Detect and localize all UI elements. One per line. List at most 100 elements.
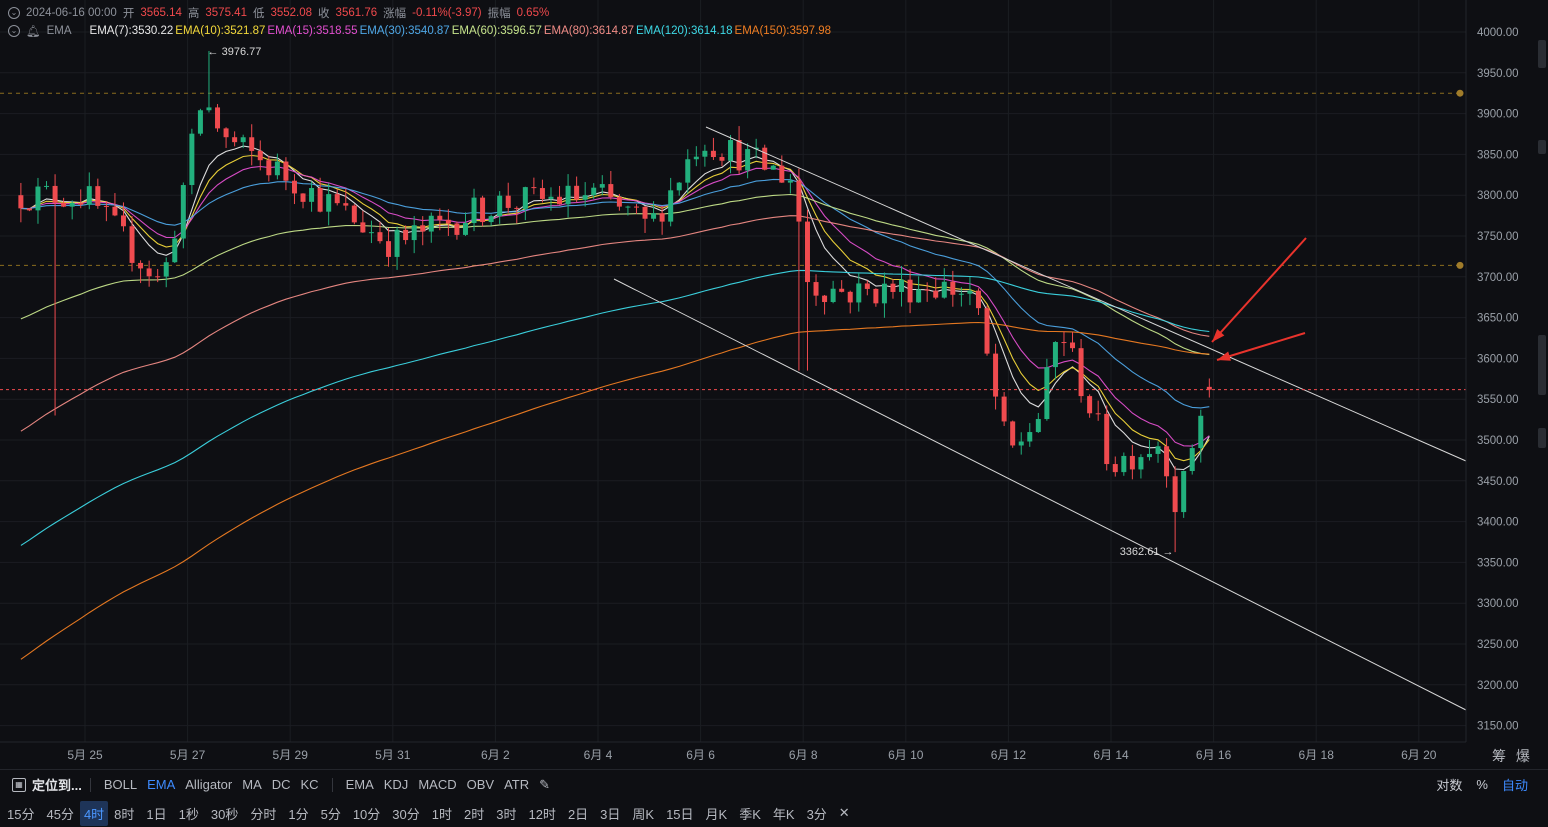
candle-body xyxy=(668,190,674,222)
price-tick-label: 3350.00 xyxy=(1477,557,1519,569)
candle-body xyxy=(975,290,981,309)
auto-scale-toggle[interactable]: 自动 xyxy=(1502,775,1528,794)
interval-tab[interactable]: 45分 xyxy=(40,804,79,823)
liquidation-label[interactable]: 爆 xyxy=(1516,748,1530,764)
indicator-alligator[interactable]: Alligator xyxy=(180,777,237,792)
edit-indicators-icon[interactable]: ✎ xyxy=(534,777,555,793)
settings-chevron-icon[interactable]: ⌄ xyxy=(8,25,20,37)
time-tick-label: 5月 29 xyxy=(273,748,309,762)
ema-line-120 xyxy=(20,269,1210,546)
interval-tab[interactable]: 2日 xyxy=(562,804,594,823)
interval-tab[interactable]: 季K xyxy=(733,804,767,823)
sub-indicator-obv[interactable]: OBV xyxy=(462,777,499,792)
ema-legend-item: EMA(30):3540.87 xyxy=(359,25,450,37)
price-tick-label: 3800.00 xyxy=(1477,190,1519,202)
calendar-icon[interactable]: ▦ xyxy=(12,777,26,792)
candle-body xyxy=(1027,432,1033,442)
close-icon[interactable]: ✕ xyxy=(833,805,856,821)
indicator-boll[interactable]: BOLL xyxy=(99,777,142,792)
bell-icon[interactable]: 🔔︎ xyxy=(26,24,41,38)
candle-body xyxy=(488,216,494,223)
candle-body xyxy=(197,110,203,134)
interval-tab[interactable]: 3分 xyxy=(801,804,833,823)
interval-tab[interactable]: 年K xyxy=(767,804,801,823)
interval-tab[interactable]: 15分 xyxy=(1,804,40,823)
interval-tab[interactable]: 5分 xyxy=(315,804,347,823)
chip-label[interactable]: 筹 xyxy=(1492,748,1506,764)
candlesticks xyxy=(18,50,1212,553)
interval-tab[interactable]: 分时 xyxy=(244,804,282,823)
sub-indicator-macd[interactable]: MACD xyxy=(413,777,461,792)
candle-body xyxy=(1078,348,1084,397)
candle-body xyxy=(924,289,930,291)
candle-body xyxy=(958,293,964,295)
interval-tab[interactable]: 10分 xyxy=(347,804,386,823)
indicator-ma[interactable]: MA xyxy=(237,777,267,792)
indicator-kc[interactable]: KC xyxy=(296,777,324,792)
candle-body xyxy=(172,238,178,263)
candle-body xyxy=(360,222,366,233)
interval-tab[interactable]: 30分 xyxy=(386,804,425,823)
interval-tab[interactable]: 15日 xyxy=(660,804,699,823)
candle-body xyxy=(633,206,639,208)
candle-body xyxy=(1155,446,1161,454)
price-tick-label: 3700.00 xyxy=(1477,272,1519,284)
ema-legend-item: EMA(60):3596.57 xyxy=(451,25,542,37)
candle-body xyxy=(35,186,41,211)
high-value: 3575.41 xyxy=(205,7,247,19)
bar-datetime: 2024-06-16 00:00 xyxy=(26,7,117,19)
candle-body xyxy=(830,288,836,303)
amplitude-value: 0.65% xyxy=(516,7,550,19)
interval-tab[interactable]: 30秒 xyxy=(205,804,244,823)
interval-tab[interactable]: 2时 xyxy=(458,804,490,823)
sub-indicator-atr[interactable]: ATR xyxy=(499,777,534,792)
time-tick-label: 6月 14 xyxy=(1093,748,1129,762)
candle-body xyxy=(215,107,221,129)
indicator-dc[interactable]: DC xyxy=(267,777,296,792)
sub-indicator-kdj[interactable]: KDJ xyxy=(379,777,414,792)
percent-scale-toggle[interactable]: % xyxy=(1476,777,1488,792)
interval-tab[interactable]: 1时 xyxy=(426,804,458,823)
axis-scroll-handle xyxy=(1538,140,1546,154)
indicator-ema[interactable]: EMA xyxy=(142,777,180,792)
interval-tab[interactable]: 周K xyxy=(626,804,660,823)
ema-line-10 xyxy=(20,154,1210,462)
locate-button[interactable]: 定位到... xyxy=(32,775,82,794)
interval-tab[interactable]: 8时 xyxy=(108,804,140,823)
axis-scroll-handle xyxy=(1538,428,1546,448)
log-scale-toggle[interactable]: 对数 xyxy=(1436,775,1462,794)
interval-tab[interactable]: 12时 xyxy=(522,804,561,823)
low-value: 3552.08 xyxy=(270,7,313,19)
candle-body xyxy=(1018,441,1024,446)
ema-legend-item: EMA(15):3518.55 xyxy=(267,25,358,37)
interval-tab[interactable]: 4时 xyxy=(79,800,109,826)
candle-body xyxy=(899,279,905,292)
indicator-toolbar: ▦ 定位到... BOLL EMA Alligator MA DC KC EMA KDJ MA… xyxy=(0,769,1548,799)
close-value: 3561.76 xyxy=(335,7,378,19)
candle-body xyxy=(514,207,520,209)
candle-body xyxy=(1172,476,1178,513)
price-tick-label: 3250.00 xyxy=(1477,639,1519,651)
time-tick-label: 6月 6 xyxy=(686,748,715,762)
interval-tab[interactable]: 1分 xyxy=(282,804,314,823)
collapse-chevron-icon[interactable]: ⌄ xyxy=(8,7,20,19)
candle-body xyxy=(787,180,793,183)
interval-tab[interactable]: 月K xyxy=(700,804,734,823)
candle-body xyxy=(916,289,922,303)
price-tick-label: 3900.00 xyxy=(1477,109,1519,121)
interval-tab[interactable]: 1秒 xyxy=(173,804,205,823)
interval-tab[interactable]: 3日 xyxy=(594,804,626,823)
price-chart[interactable]: 3561.76 ← 3976.77 3362.61 → 4000.00 3950.00… xyxy=(0,0,1548,768)
candle-body xyxy=(779,165,785,183)
price-tick-label: 3600.00 xyxy=(1477,353,1519,365)
upper-trendline xyxy=(705,126,1467,462)
candle-body xyxy=(993,353,999,397)
interval-tab[interactable]: 3时 xyxy=(490,804,522,823)
price-tick-label: 3150.00 xyxy=(1477,721,1519,733)
sub-indicator-ema[interactable]: EMA xyxy=(341,777,379,792)
time-tick-label: 6月 20 xyxy=(1401,748,1437,762)
candle-body xyxy=(95,186,101,206)
candle-body xyxy=(462,223,468,235)
interval-tab[interactable]: 1日 xyxy=(140,804,172,823)
candle-body xyxy=(69,202,75,207)
